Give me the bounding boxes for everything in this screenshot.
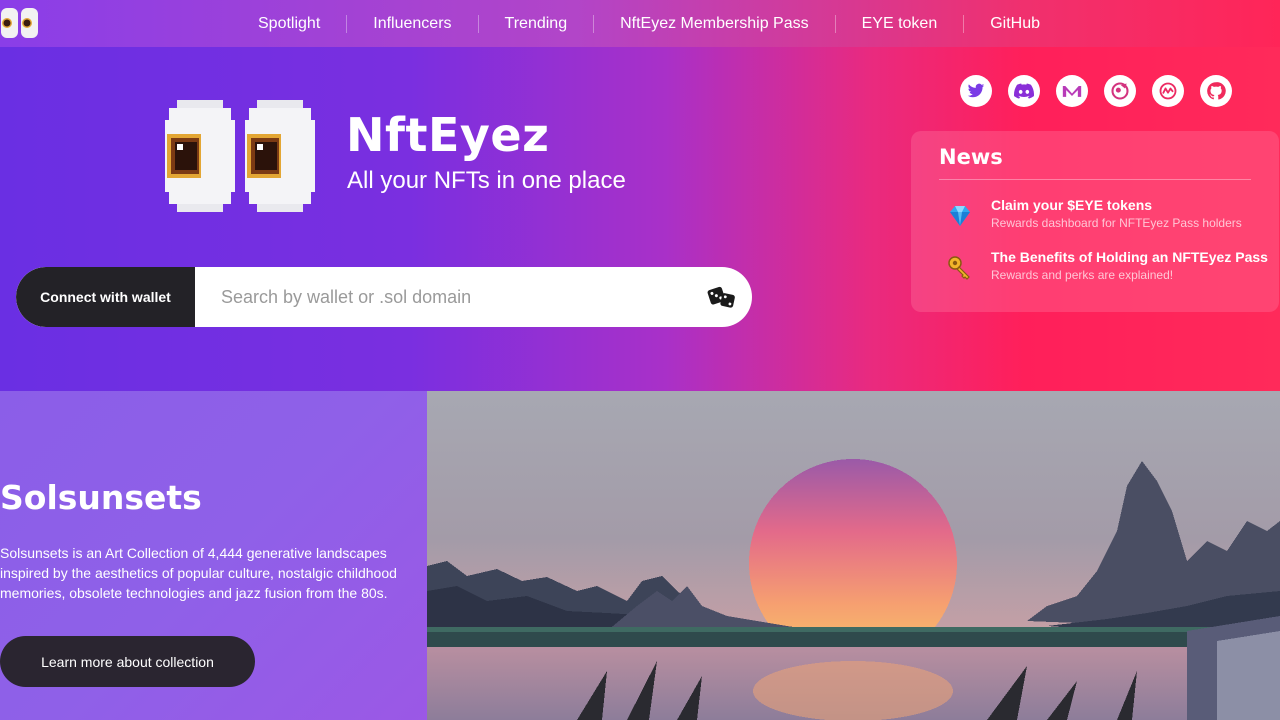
- collection-title: Solsunsets: [0, 478, 202, 517]
- collection-image[interactable]: [427, 391, 1280, 720]
- random-wallet-button[interactable]: [692, 267, 752, 327]
- dice-icon: [707, 286, 735, 308]
- news-item-subtitle: Rewards dashboard for NFTEyez Pass holde…: [991, 216, 1242, 230]
- medium-icon: [1062, 86, 1082, 97]
- social-coinmarketcap[interactable]: [1152, 75, 1184, 107]
- sunset-landscape-image: [427, 391, 1280, 720]
- diamond-icon: [950, 206, 970, 226]
- key-icon: [948, 256, 970, 280]
- news-item-title: The Benefits of Holding an NFTEyez Pass: [991, 249, 1268, 265]
- social-links: [960, 75, 1232, 107]
- nav-link-github[interactable]: GitHub: [964, 15, 1066, 33]
- nav-link-membership-pass[interactable]: NftEyez Membership Pass: [594, 15, 835, 33]
- news-panel: News Claim your $EYE tokens Rewards dash…: [911, 131, 1279, 312]
- social-twitter[interactable]: [960, 75, 992, 107]
- github-icon: [1207, 82, 1226, 100]
- brand-title: NftEyez: [346, 108, 550, 162]
- news-item-pass-benefits[interactable]: The Benefits of Holding an NFTEyez Pass …: [947, 249, 1268, 289]
- collection-description: Solsunsets is an Art Collection of 4,444…: [0, 545, 397, 601]
- news-item-subtitle: Rewards and perks are explained!: [991, 268, 1174, 282]
- social-github[interactable]: [1200, 75, 1232, 107]
- news-item-claim-eye[interactable]: Claim your $EYE tokens Rewards dashboard…: [947, 197, 1267, 237]
- connect-wallet-button[interactable]: Connect with wallet: [16, 267, 195, 327]
- coinmarketcap-icon: [1159, 82, 1177, 100]
- nav-link-spotlight[interactable]: Spotlight: [232, 15, 346, 33]
- news-item-title: Claim your $EYE tokens: [991, 197, 1153, 213]
- news-title: News: [939, 145, 1003, 169]
- featured-collection-panel: Solsunsets Solsunsets is an Art Collecti…: [0, 391, 427, 720]
- wallet-search-input[interactable]: [195, 267, 692, 327]
- eyes-logo-icon[interactable]: [0, 6, 40, 40]
- social-medium[interactable]: [1056, 75, 1088, 107]
- magic-eden-icon: [1111, 82, 1129, 100]
- social-magic-eden[interactable]: [1104, 75, 1136, 107]
- twitter-icon: [967, 83, 985, 98]
- hero-section: NftEyez All your NFTs in one place Conne…: [0, 47, 1280, 391]
- learn-more-button[interactable]: Learn more about collection: [0, 636, 255, 687]
- nav-menu: Spotlight Influencers Trending NftEyez M…: [232, 0, 1066, 47]
- nav-link-influencers[interactable]: Influencers: [347, 15, 477, 33]
- nav-link-trending[interactable]: Trending: [479, 15, 594, 33]
- discord-icon: [1014, 83, 1034, 99]
- social-discord[interactable]: [1008, 75, 1040, 107]
- brand-subtitle: All your NFTs in one place: [347, 167, 626, 194]
- nftEyez-logo-icon: [165, 100, 315, 212]
- top-nav: Spotlight Influencers Trending NftEyez M…: [0, 0, 1280, 47]
- wallet-search-bar: Connect with wallet: [16, 267, 752, 327]
- nav-link-eye-token[interactable]: EYE token: [836, 15, 964, 33]
- news-divider: [939, 179, 1251, 180]
